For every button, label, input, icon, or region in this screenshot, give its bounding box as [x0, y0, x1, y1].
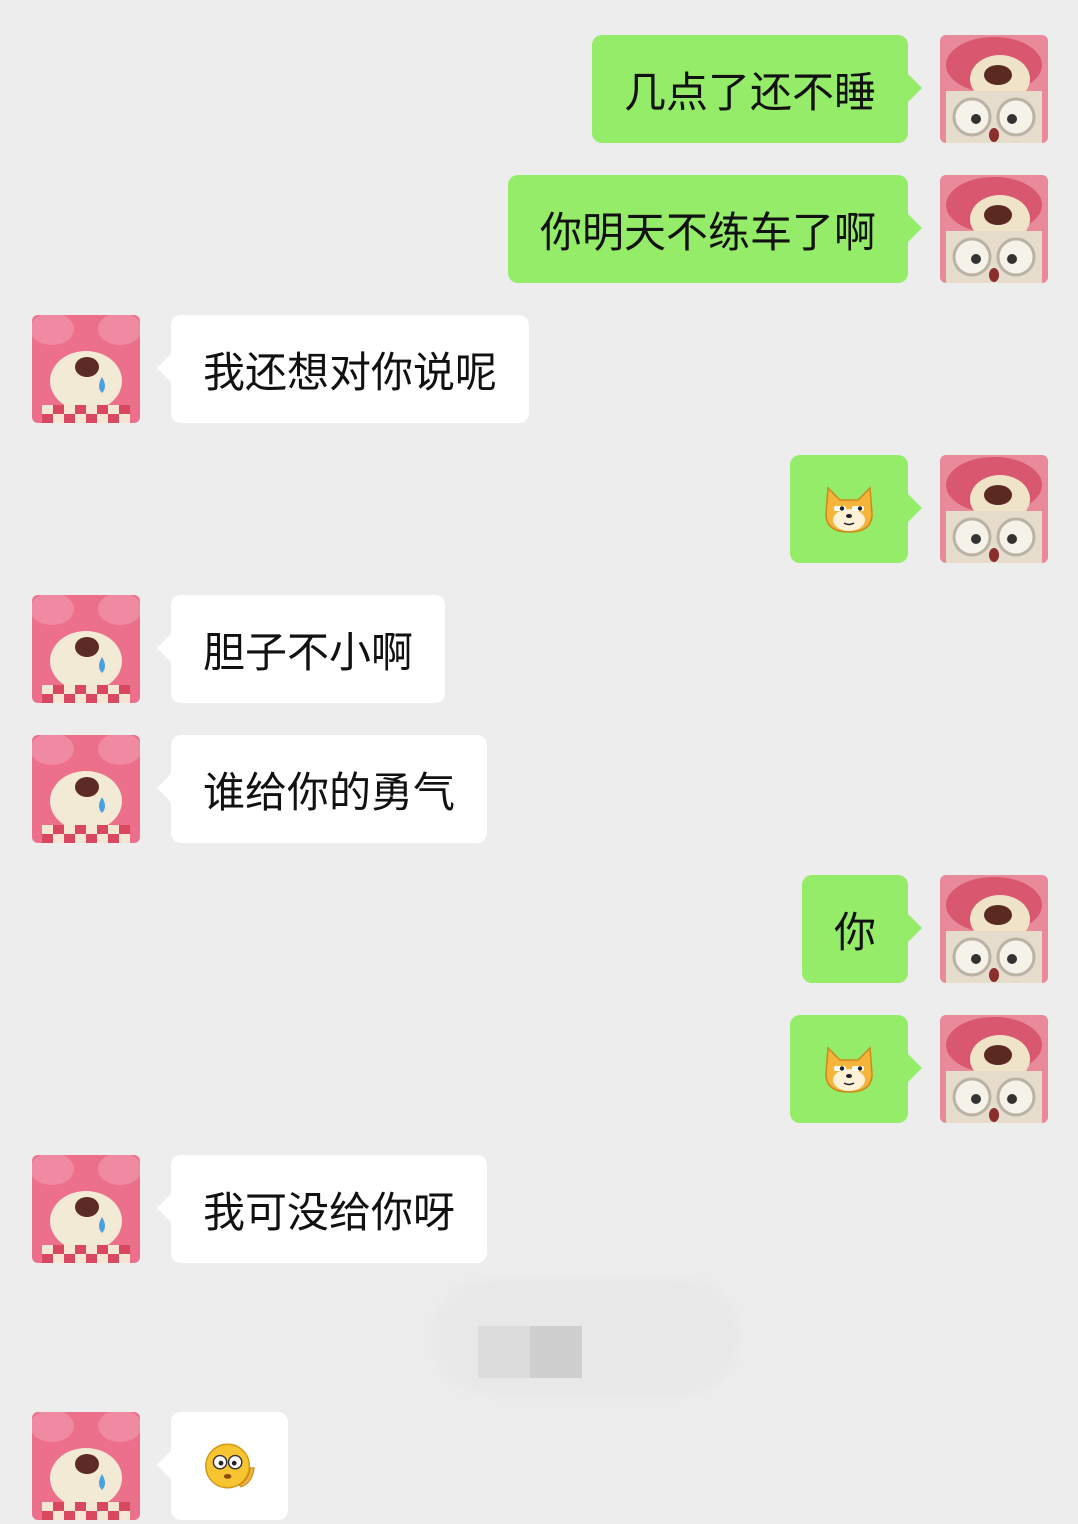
sent-bubble[interactable]: 你明天不练车了啊 [507, 175, 923, 283]
sent-bubble[interactable]: 你 [801, 875, 923, 983]
pink-bear-icon [32, 1412, 140, 1520]
message-row [0, 1015, 1078, 1123]
message-text: 你 [833, 907, 876, 957]
received-bubble[interactable]: 谁给你的勇气 [156, 735, 488, 843]
message-row [0, 455, 1078, 563]
contact-avatar[interactable] [32, 595, 140, 703]
self-avatar[interactable] [940, 875, 1048, 983]
pink-bear-icon [32, 595, 140, 703]
smirk-dog-emoji-icon [825, 1046, 873, 1093]
bear-glasses-icon [940, 875, 1048, 983]
message-row: 你 [0, 875, 1078, 983]
received-bubble[interactable]: 胆子不小啊 [156, 595, 446, 703]
bear-glasses-icon [940, 1015, 1048, 1123]
thinking-face-emoji-icon [205, 1443, 255, 1489]
message-row: 我可没给你呀 [0, 1155, 1078, 1263]
message-row: 我还想对你说呢 [0, 315, 1078, 423]
received-bubble[interactable]: 我可没给你呀 [156, 1155, 488, 1263]
sent-bubble[interactable] [790, 455, 922, 563]
smirk-dog-emoji-icon [825, 486, 873, 533]
contact-avatar[interactable] [32, 1412, 140, 1520]
bear-glasses-icon [940, 175, 1048, 283]
bear-glasses-icon [940, 35, 1048, 143]
received-bubble[interactable]: 我还想对你说呢 [156, 315, 530, 423]
self-avatar[interactable] [940, 1015, 1048, 1123]
self-avatar[interactable] [940, 455, 1048, 563]
message-row: 几点了还不睡 [0, 35, 1078, 143]
message-text: 我可没给你呀 [203, 1187, 456, 1237]
pink-bear-icon [32, 735, 140, 843]
self-avatar[interactable] [940, 175, 1048, 283]
message-text: 几点了还不睡 [623, 67, 876, 117]
contact-avatar[interactable] [32, 315, 140, 423]
message-row: 你明天不练车了啊 [0, 175, 1078, 283]
received-bubble[interactable] [157, 1412, 288, 1520]
pink-bear-icon [32, 315, 140, 423]
self-avatar[interactable] [940, 35, 1048, 143]
pixelated-redaction [478, 1326, 634, 1378]
sent-bubble[interactable] [790, 1015, 922, 1123]
message-text: 谁给你的勇气 [203, 767, 456, 817]
message-row: 胆子不小啊 [0, 595, 1078, 703]
contact-avatar[interactable] [32, 735, 140, 843]
pink-bear-icon [32, 1155, 140, 1263]
message-text: 你明天不练车了啊 [539, 207, 876, 257]
message-row [0, 1412, 1078, 1520]
sent-bubble[interactable]: 几点了还不睡 [591, 35, 923, 143]
message-text: 胆子不小啊 [203, 627, 414, 677]
message-row: 谁给你的勇气 [0, 735, 1078, 843]
message-text: 我还想对你说呢 [203, 347, 498, 397]
bear-glasses-icon [940, 455, 1048, 563]
contact-avatar[interactable] [32, 1155, 140, 1263]
